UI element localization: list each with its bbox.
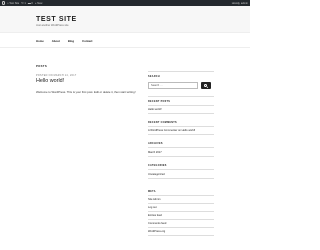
- wordpress-logo-icon: [1, 1, 5, 5]
- list-divider: [148, 203, 214, 204]
- admin-bar-site-name[interactable]: ⌂ Test Site: [7, 1, 19, 5]
- nav-item-contact[interactable]: Contact: [82, 39, 92, 43]
- admin-bar-new-label: New: [37, 1, 43, 5]
- category-link[interactable]: Uncategorized: [148, 173, 165, 176]
- wordpress-logo-menu[interactable]: [1, 1, 5, 5]
- post-date: POSTED ONMARCH 14, 2017: [36, 74, 77, 77]
- search-icon: [204, 83, 208, 87]
- list-divider: [148, 227, 214, 228]
- site-header: TEST SITE Just another WordPress site: [0, 6, 250, 32]
- admin-bar-updates[interactable]: ↻ 1: [21, 1, 26, 5]
- meta-link-comments-feed[interactable]: Comments feed: [148, 222, 166, 225]
- list-divider: [148, 235, 214, 236]
- admin-bar-updates-count: 1: [24, 1, 26, 5]
- admin-bar-new-content[interactable]: + New: [35, 1, 43, 5]
- nav-item-blog[interactable]: Blog: [68, 39, 74, 43]
- meta-link-log-out[interactable]: Log out: [148, 206, 157, 209]
- comment-icon: ▬: [27, 1, 31, 5]
- post-excerpt: Welcome to WordPress. This is your first…: [36, 90, 136, 94]
- list-divider: [148, 134, 214, 135]
- list-divider: [148, 105, 214, 106]
- search-input[interactable]: [148, 82, 198, 89]
- post-date-label: POSTED ON: [36, 74, 53, 77]
- recent-posts-title: RECENT POSTS: [148, 100, 171, 103]
- list-divider: [148, 126, 214, 127]
- site-description: Just another WordPress site: [36, 24, 69, 27]
- nav-item-about[interactable]: About: [52, 39, 60, 43]
- post-date-link[interactable]: MARCH 14, 2017: [54, 74, 77, 77]
- search-widget-title: SEARCH: [148, 75, 160, 78]
- post-title[interactable]: Hello world!: [36, 78, 64, 84]
- meta-link-entries-feed[interactable]: Entries feed: [148, 214, 162, 217]
- list-divider: [148, 113, 214, 114]
- widget-divider: [148, 96, 214, 97]
- list-divider: [148, 147, 214, 148]
- nav-item-home[interactable]: Home: [36, 39, 44, 43]
- search-button[interactable]: [201, 82, 211, 89]
- archives-title: ARCHIVES: [148, 142, 163, 145]
- admin-bar-site-name-label: Test Site: [9, 1, 20, 5]
- admin-bar-greeting: Howdy, admin: [231, 1, 248, 5]
- admin-bar-comments[interactable]: ▬ 0: [28, 1, 33, 5]
- archive-link[interactable]: March 2017: [148, 151, 162, 154]
- recent-post-link[interactable]: Hello world!: [148, 108, 162, 111]
- admin-bar-comments-count: 0: [31, 1, 33, 5]
- widget-divider: [148, 71, 214, 72]
- list-divider: [148, 211, 214, 212]
- meta-title: META: [148, 190, 156, 193]
- recent-comments-title: RECENT COMMENTS: [148, 121, 177, 124]
- list-divider: [148, 178, 214, 179]
- list-divider: [148, 156, 214, 157]
- site-title[interactable]: TEST SITE: [36, 16, 77, 23]
- recent-comment-link[interactable]: A WordPress Commenter on Hello world!: [148, 129, 195, 132]
- categories-title: CATEGORIES: [148, 164, 167, 167]
- list-divider: [148, 169, 214, 170]
- posts-heading: POSTS: [36, 64, 47, 68]
- meta-link-wordpress-org[interactable]: WordPress.org: [148, 230, 165, 233]
- list-divider: [148, 195, 214, 196]
- meta-link-site-admin[interactable]: Site Admin: [148, 198, 160, 201]
- list-divider: [148, 219, 214, 220]
- main-navigation: Home About Blog Contact: [0, 32, 250, 48]
